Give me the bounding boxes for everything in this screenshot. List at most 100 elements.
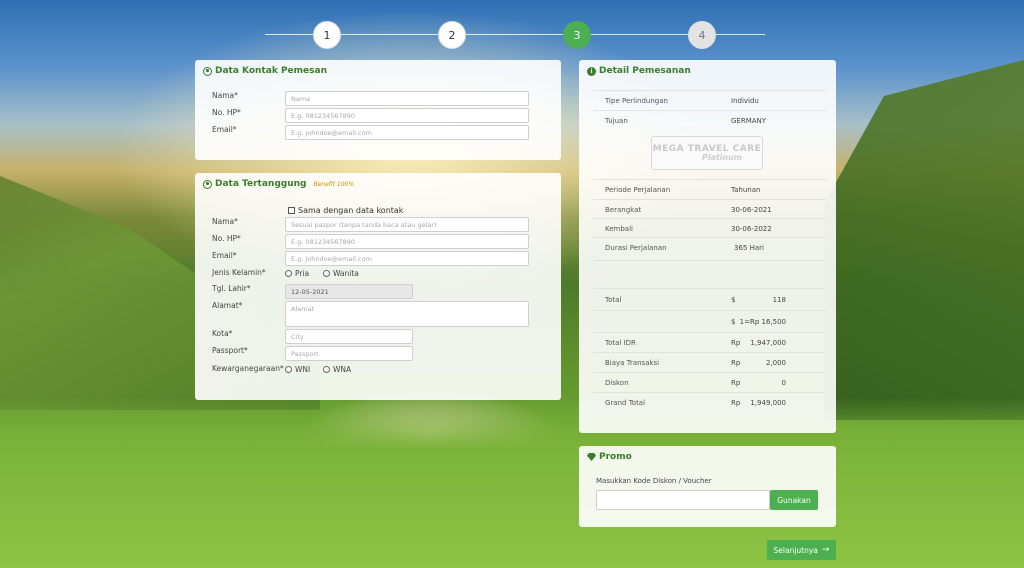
promo-card-title: Promo: [587, 452, 632, 462]
promo-title-text: Promo: [599, 452, 632, 462]
gender-label: Jenis Kelamin*: [212, 268, 266, 277]
detail-row: Berangkat 30-06-2021: [593, 199, 826, 219]
detail-row: Tipe Perlindungan Individu: [593, 90, 826, 110]
detail-row: Kembali 30-06-2022: [593, 218, 826, 238]
user-circle-icon: [203, 179, 212, 189]
contact-phone-label: No. HP*: [212, 108, 241, 117]
step-1[interactable]: 1: [313, 21, 341, 49]
detail-row: Periode Perjalanan Tahunan: [593, 179, 826, 199]
apply-promo-button[interactable]: Gunakan: [770, 490, 818, 510]
promo-card: Promo Masukkan Kode Diskon / Voucher Gun…: [579, 446, 836, 527]
address-textarea[interactable]: [285, 301, 529, 327]
detail-key: Durasi Perjalanan: [605, 244, 667, 252]
detail-key: Tujuan: [605, 117, 628, 125]
same-as-contact-checkbox[interactable]: Sama dengan data kontak: [288, 206, 403, 215]
detail-row: Tujuan GERMANY: [593, 110, 826, 130]
contact-card: Data Kontak Pemesan Nama* No. HP* Email*: [195, 60, 561, 160]
background-hills-right: [824, 60, 1024, 420]
passport-label: Passport*: [212, 346, 248, 355]
gender-male-label: Pria: [295, 269, 310, 278]
gender-female-label: Wanita: [333, 269, 359, 278]
contact-name-label: Nama*: [212, 91, 238, 100]
insured-card: Data Tertanggung Benefit 100% Sama denga…: [195, 173, 561, 400]
detail-currency: Rp: [731, 359, 741, 367]
detail-row: Grand Total Rp 1,949,000: [593, 392, 826, 412]
insured-phone-input[interactable]: [285, 234, 529, 249]
dob-label: Tgl. Lahir*: [212, 284, 251, 293]
detail-amount: 1,949,000: [750, 399, 786, 407]
detail-currency: $: [731, 296, 736, 304]
citizenship-wni-label: WNI: [295, 365, 311, 374]
insured-name-label: Nama*: [212, 217, 238, 226]
passport-input[interactable]: [285, 346, 413, 361]
insured-card-title: Data Tertanggung Benefit 100%: [203, 179, 354, 189]
contact-email-label: Email*: [212, 125, 237, 134]
detail-key: Periode Perjalanan: [605, 186, 671, 194]
detail-amount: 0: [781, 379, 786, 387]
insured-name-input[interactable]: [285, 217, 529, 232]
radio-dot[interactable]: [285, 270, 292, 277]
detail-amount: 1,947,000: [750, 339, 786, 347]
detail-key: Grand Total: [605, 399, 646, 407]
checkbox-box[interactable]: [288, 207, 295, 214]
citizenship-radio-wna[interactable]: WNA: [323, 365, 351, 374]
detail-value: Individu: [731, 97, 759, 105]
step-4[interactable]: 4: [688, 21, 716, 49]
next-button[interactable]: Selanjutnya →: [767, 540, 836, 560]
diamond-icon: [587, 453, 596, 461]
detail-row: Durasi Perjalanan 365 Hari: [593, 237, 826, 259]
detail-amount: 118: [772, 296, 786, 304]
arrow-right-icon: →: [821, 545, 830, 555]
citizenship-radio-wni[interactable]: WNI: [285, 365, 310, 374]
detail-value: Tahunan: [731, 186, 761, 194]
citizenship-label: Kewarganegaraan*: [212, 364, 284, 373]
promo-code-input[interactable]: [596, 490, 770, 510]
insured-email-label: Email*: [212, 251, 237, 260]
detail-spacer-row: [593, 260, 826, 288]
detail-key: Kembali: [605, 225, 633, 233]
detail-key: Diskon: [605, 379, 629, 387]
detail-card-title: i Detail Pemesanan: [587, 66, 691, 76]
detail-value: 365 Hari: [734, 244, 764, 252]
detail-value: GERMANY: [731, 117, 767, 125]
step-2[interactable]: 2: [438, 21, 466, 49]
radio-dot[interactable]: [285, 366, 292, 373]
contact-name-input[interactable]: [285, 91, 529, 106]
detail-amount: 2,000: [765, 359, 786, 367]
user-circle-icon: [203, 66, 212, 76]
info-icon: i: [587, 66, 596, 76]
contact-phone-input[interactable]: [285, 108, 529, 123]
step-3-active[interactable]: 3: [563, 21, 591, 49]
benefit-badge: Benefit 100%: [313, 180, 355, 188]
citizenship-wna-label: WNA: [333, 365, 352, 374]
background-grass: [0, 398, 1024, 568]
product-logo: MEGA TRAVEL CARE Platinum: [651, 136, 763, 170]
next-button-label: Selanjutnya: [773, 545, 818, 555]
detail-row: Total IDR Rp 1,947,000: [593, 332, 826, 352]
address-label: Alamat*: [212, 301, 243, 310]
same-as-contact-label: Sama dengan data kontak: [298, 206, 404, 215]
city-input[interactable]: [285, 329, 413, 344]
detail-currency: $: [731, 318, 736, 326]
detail-value: 30-06-2021: [731, 206, 772, 214]
dob-input[interactable]: [285, 284, 413, 299]
detail-key: Biaya Transaksi: [605, 359, 660, 367]
detail-row: Biaya Transaksi Rp 2,000: [593, 352, 826, 372]
insured-title-text: Data Tertanggung: [215, 179, 307, 189]
detail-rate-row: $ 1=Rp 16,500: [593, 310, 826, 332]
radio-dot[interactable]: [323, 270, 330, 277]
gender-radio-male[interactable]: Pria: [285, 269, 309, 278]
gender-radio-female[interactable]: Wanita: [323, 269, 359, 278]
detail-value: 30-06-2022: [731, 225, 772, 233]
detail-key: Berangkat: [605, 206, 642, 214]
insured-email-input[interactable]: [285, 251, 529, 266]
detail-title-text: Detail Pemesanan: [599, 66, 691, 76]
contact-title-text: Data Kontak Pemesan: [215, 66, 327, 76]
detail-amount: 1=Rp 16,500: [739, 318, 786, 326]
contact-email-input[interactable]: [285, 125, 529, 140]
contact-card-title: Data Kontak Pemesan: [203, 66, 327, 76]
promo-label: Masukkan Kode Diskon / Voucher: [596, 477, 712, 485]
order-detail-card: i Detail Pemesanan Tipe Perlindungan Ind…: [579, 60, 836, 433]
insured-phone-label: No. HP*: [212, 234, 241, 243]
radio-dot[interactable]: [323, 366, 330, 373]
